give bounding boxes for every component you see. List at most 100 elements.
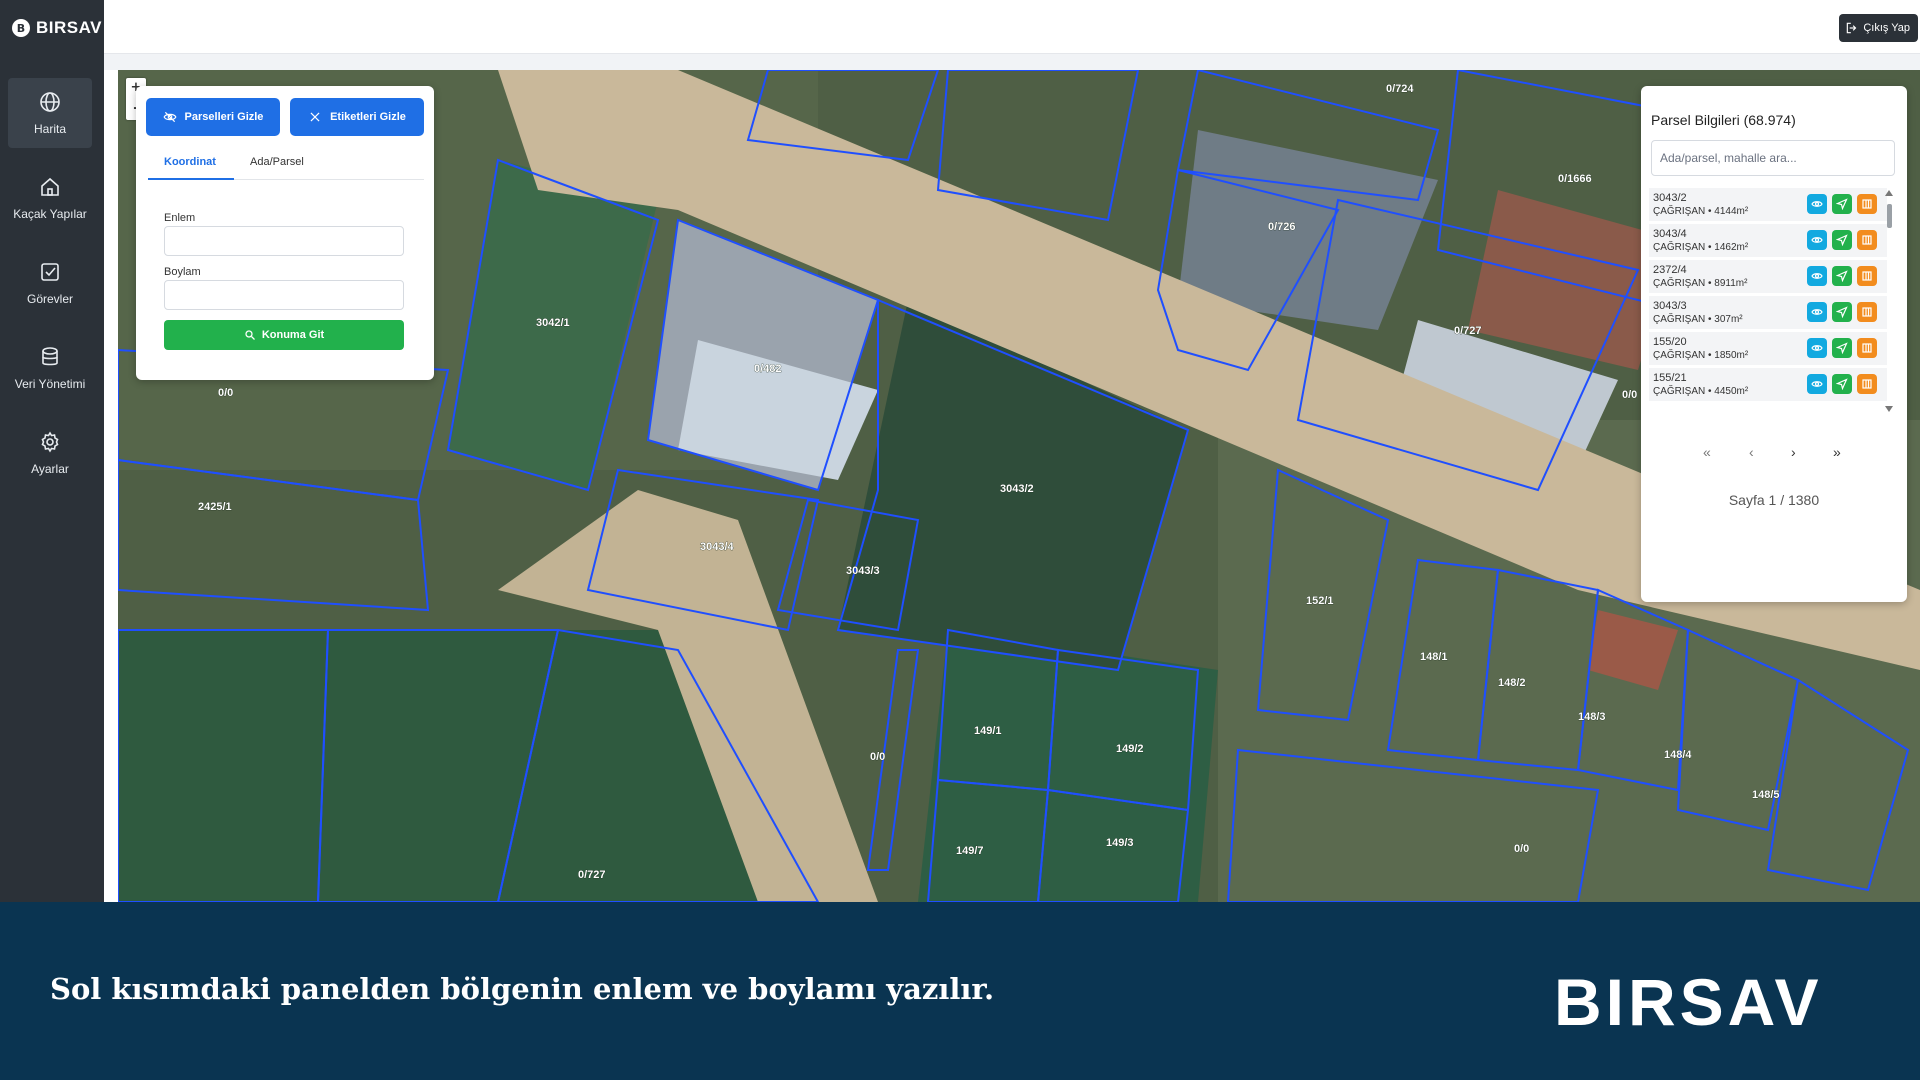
lat-label: Enlem	[164, 212, 196, 224]
hide-labels-button[interactable]: Etiketleri Gizle	[290, 98, 424, 136]
hide-parcels-button[interactable]: Parselleri Gizle	[146, 98, 280, 136]
prev-page-button[interactable]: ‹	[1749, 444, 1754, 460]
parcel-label: 3043/4	[700, 541, 735, 553]
send-icon	[1836, 306, 1848, 318]
parcel-label: 3042/1	[536, 317, 570, 329]
parcel-details-button[interactable]	[1857, 374, 1877, 394]
eye-off-icon	[163, 111, 177, 123]
parcel-label: 149/7	[956, 845, 984, 857]
navigate-parcel-button[interactable]	[1832, 302, 1852, 322]
eye-icon	[1811, 237, 1823, 243]
sidebar-item-kacak-yapilar[interactable]: Kaçak Yapılar	[8, 163, 92, 233]
sidebar-item-label: Görevler	[26, 292, 73, 306]
parcel-label: 3043/3	[846, 565, 880, 577]
parcel-label: 3043/2	[1000, 483, 1034, 495]
send-icon	[1836, 378, 1848, 390]
logout-icon	[1847, 22, 1857, 34]
eye-icon	[1811, 381, 1823, 387]
coordinate-search-panel: Parselleri Gizle Etiketleri Gizle Koordi…	[136, 86, 434, 380]
content-header-strip	[104, 54, 1920, 70]
sidebar-item-gorevler[interactable]: Görevler	[8, 248, 92, 318]
parcel-id: 155/20	[1653, 336, 1687, 348]
next-page-button[interactable]: ›	[1791, 444, 1796, 460]
parcel-info: ÇAĞRIŞAN • 1462m²	[1653, 242, 1749, 253]
tab-ada-parsel[interactable]: Ada/Parsel	[246, 156, 308, 180]
hide-labels-label: Etiketleri Gizle	[330, 111, 406, 123]
database-icon	[42, 347, 58, 366]
globe-icon	[40, 92, 60, 112]
parcel-row[interactable]: 155/20 ÇAĞRIŞAN • 1850m²	[1649, 332, 1887, 366]
lon-label: Boylam	[164, 266, 201, 278]
parcel-row[interactable]: 155/21 ÇAĞRIŞAN • 4450m²	[1649, 368, 1887, 402]
lat-input[interactable]	[164, 226, 404, 256]
lon-input[interactable]	[164, 280, 404, 310]
navigate-parcel-button[interactable]	[1832, 374, 1852, 394]
search-tabs: Koordinat Ada/Parsel	[148, 156, 424, 180]
parcel-label: 0/0	[1622, 389, 1637, 401]
parcel-details-button[interactable]	[1857, 266, 1877, 286]
caption-banner: Sol kısımdaki panelden bölgenin enlem ve…	[0, 902, 1920, 1080]
logout-button[interactable]: Çıkış Yap	[1839, 14, 1918, 42]
checkbox-icon	[41, 263, 59, 281]
search-icon	[245, 330, 255, 340]
parcel-info: ÇAĞRIŞAN • 8911m²	[1653, 278, 1748, 289]
parcel-label: 0/0	[218, 387, 233, 399]
parcel-row[interactable]: 3043/2 ÇAĞRIŞAN • 4144m²	[1649, 188, 1887, 222]
parcel-row[interactable]: 3043/3 ÇAĞRIŞAN • 307m²	[1649, 296, 1887, 330]
sidebar-item-harita[interactable]: Harita	[8, 78, 92, 148]
view-parcel-button[interactable]	[1807, 374, 1827, 394]
pagination: « ‹ › »	[1641, 444, 1907, 464]
parcel-label: 149/3	[1106, 837, 1134, 849]
app-logo[interactable]: B BIRSAV	[12, 18, 102, 38]
parcel-list-scrollbar[interactable]	[1884, 188, 1894, 414]
view-parcel-button[interactable]	[1807, 302, 1827, 322]
app-brand: BIRSAV	[36, 18, 102, 37]
navigate-parcel-button[interactable]	[1832, 338, 1852, 358]
hide-parcels-label: Parselleri Gizle	[184, 111, 264, 123]
parcel-search-input[interactable]	[1651, 140, 1895, 176]
parcel-details-button[interactable]	[1857, 194, 1877, 214]
parcel-label: 148/1	[1420, 651, 1448, 663]
parcel-details-button[interactable]	[1857, 302, 1877, 322]
table-icon	[1862, 199, 1872, 209]
parcel-row[interactable]: 2372/4 ÇAĞRIŞAN • 8911m²	[1649, 260, 1887, 294]
parcel-label: 0/1666	[1558, 173, 1592, 185]
parcel-label: 148/3	[1578, 711, 1606, 723]
parcel-info: ÇAĞRIŞAN • 4144m²	[1653, 206, 1749, 217]
banner-brand-logo: BIRSAV	[1554, 965, 1823, 1039]
topbar: Çıkış Yap	[104, 0, 1920, 54]
last-page-button[interactable]: »	[1833, 444, 1841, 460]
sidebar-item-label: Harita	[33, 122, 66, 136]
parcel-panel-title: Parsel Bilgileri (68.974)	[1651, 112, 1796, 128]
parcel-details-button[interactable]	[1857, 230, 1877, 250]
parcel-label: 148/5	[1752, 789, 1780, 801]
sidebar-item-ayarlar[interactable]: Ayarlar	[8, 418, 92, 488]
parcel-label: 2425/1	[198, 501, 232, 513]
send-icon	[1836, 234, 1848, 246]
go-to-location-label: Konuma Git	[261, 329, 325, 341]
tab-koordinat[interactable]: Koordinat	[148, 156, 234, 180]
parcel-info: ÇAĞRIŞAN • 1850m²	[1653, 350, 1749, 361]
parcel-row[interactable]: 3043/4 ÇAĞRIŞAN • 1462m²	[1649, 224, 1887, 258]
sidebar-item-label: Ayarlar	[31, 462, 69, 476]
navigate-parcel-button[interactable]	[1832, 266, 1852, 286]
navigate-parcel-button[interactable]	[1832, 194, 1852, 214]
go-to-location-button[interactable]: Konuma Git	[164, 320, 404, 350]
view-parcel-button[interactable]	[1807, 266, 1827, 286]
view-parcel-button[interactable]	[1807, 230, 1827, 250]
view-parcel-button[interactable]	[1807, 194, 1827, 214]
eye-icon	[1811, 273, 1823, 279]
navigate-parcel-button[interactable]	[1832, 230, 1852, 250]
parcel-id: 3043/3	[1653, 300, 1687, 312]
sidebar-item-veri-yonetimi[interactable]: Veri Yönetimi	[8, 333, 92, 403]
first-page-button[interactable]: «	[1703, 444, 1711, 460]
table-icon	[1862, 271, 1872, 281]
parcel-id: 155/21	[1653, 372, 1687, 384]
page-info: Sayfa 1 / 1380	[1728, 492, 1820, 508]
parcel-label: 152/1	[1306, 595, 1334, 607]
view-parcel-button[interactable]	[1807, 338, 1827, 358]
home-icon	[41, 177, 59, 196]
parcel-details-button[interactable]	[1857, 338, 1877, 358]
table-icon	[1862, 343, 1872, 353]
parcel-id: 2372/4	[1653, 264, 1687, 276]
